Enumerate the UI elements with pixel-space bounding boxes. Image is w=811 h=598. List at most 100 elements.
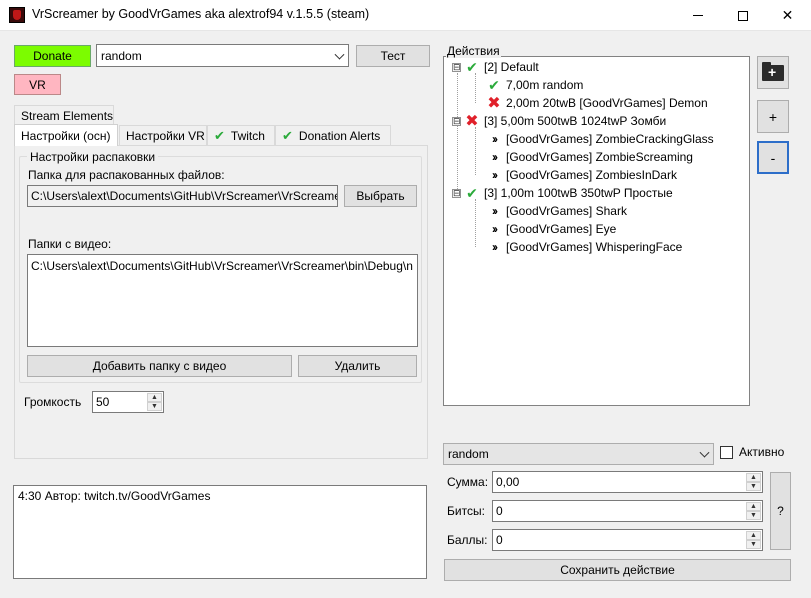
check-icon: ✔ (282, 127, 293, 143)
points-value: 0 (496, 533, 503, 547)
active-label: Активно (739, 445, 785, 459)
maximize-button[interactable] (720, 0, 765, 31)
tree-node-label: [GoodVrGames] Eye (506, 222, 617, 236)
test-button[interactable]: Тест (356, 45, 430, 67)
help-button[interactable]: ? (770, 472, 791, 550)
collapse-icon[interactable]: ⊟ (452, 188, 461, 198)
maximize-icon (737, 10, 748, 21)
tab-twitch[interactable]: ✔ Twitch (207, 125, 275, 145)
add-action-button[interactable]: + (757, 100, 789, 133)
double-chevron-right-icon: ›› (492, 222, 498, 236)
tab-donation-alerts-label: Donation Alerts (298, 128, 381, 143)
active-checkbox[interactable] (720, 446, 733, 459)
tree-node-label: [GoodVrGames] ZombiesInDark (506, 168, 677, 182)
tab-settings-vr[interactable]: Настройки VR (119, 125, 207, 145)
tree-node-label: [GoodVrGames] WhisperingFace (506, 240, 683, 254)
vr-button[interactable]: VR (14, 74, 61, 95)
tree-node-action[interactable]: ✖ 2,00m 20twB [GoodVrGames] Demon (486, 94, 708, 112)
points-label: Баллы: (447, 533, 488, 547)
bits-value: 0 (496, 504, 503, 518)
minimize-icon (692, 15, 703, 16)
actions-tree[interactable]: ⊟ ✔ [2] Default ✔ 7,00m random ✖ 2,00m 2… (443, 56, 750, 406)
scream-select-value: random (101, 48, 142, 63)
tree-node-group[interactable]: ⊟ ✔ [2] Default (452, 58, 539, 76)
tab-settings-main[interactable]: Настройки (осн) (14, 124, 118, 146)
tree-node-label: [3] 5,00m 500twB 1024twP Зомби (484, 114, 667, 128)
volume-stepper[interactable]: 50 ▲ ▼ (92, 391, 164, 413)
double-chevron-right-icon: ›› (492, 240, 498, 254)
video-folder-item[interactable]: C:\Users\alext\Documents\GitHub\VrScream… (31, 259, 413, 273)
chevron-down-icon (699, 447, 710, 458)
volume-label: Громкость (24, 395, 82, 409)
bits-stepper[interactable]: 0 ▲ ▼ (492, 500, 763, 522)
minimize-button[interactable] (675, 0, 720, 31)
donate-button[interactable]: Donate (14, 45, 91, 67)
video-folders-label: Папки с видео: (28, 237, 112, 251)
check-icon: ✔ (466, 58, 478, 75)
spin-down-icon[interactable]: ▼ (746, 511, 761, 520)
tree-node-scream[interactable]: ›› [GoodVrGames] WhisperingFace (486, 238, 682, 256)
tree-node-label: [2] Default (484, 60, 539, 74)
unpack-folder-field[interactable]: C:\Users\alext\Documents\GitHub\VrScream… (27, 185, 338, 207)
sum-value: 0,00 (496, 475, 520, 489)
collapse-icon[interactable]: ⊟ (452, 62, 461, 72)
close-button[interactable]: ✕ (765, 0, 810, 31)
tab-stream-elements[interactable]: Stream Elements (14, 105, 114, 125)
add-video-folder-button[interactable]: Добавить папку с видео (27, 355, 292, 377)
points-stepper[interactable]: 0 ▲ ▼ (492, 529, 763, 551)
actions-title: Действия (446, 44, 501, 58)
video-folders-list[interactable]: C:\Users\alext\Documents\GitHub\VrScream… (27, 254, 418, 347)
choose-folder-button[interactable]: Выбрать (344, 185, 417, 207)
spin-down-icon[interactable]: ▼ (746, 482, 761, 491)
tree-node-group[interactable]: ⊟ ✖ [3] 5,00m 500twB 1024twP Зомби (452, 112, 666, 130)
tab-twitch-label: Twitch (230, 128, 265, 143)
spin-up-icon[interactable]: ▲ (746, 473, 761, 482)
spin-down-icon[interactable]: ▼ (147, 402, 162, 411)
chevron-down-icon (334, 49, 345, 60)
collapse-icon[interactable]: ⊟ (452, 116, 461, 126)
delete-folder-button[interactable]: Удалить (298, 355, 417, 377)
spin-up-icon[interactable]: ▲ (147, 393, 162, 402)
double-chevron-right-icon: ›› (492, 150, 498, 164)
tree-node-scream[interactable]: ›› [GoodVrGames] Shark (486, 202, 627, 220)
action-scream-select[interactable]: random (443, 443, 714, 465)
folder-plus-icon (762, 61, 784, 81)
tree-node-label: 2,00m 20twB [GoodVrGames] Demon (506, 96, 708, 110)
volume-value: 50 (96, 395, 110, 409)
unpack-folder-label: Папка для распакованных файлов: (28, 168, 225, 182)
window-title: VrScreamer by GoodVrGames aka alextrof94… (32, 7, 370, 21)
tree-node-action[interactable]: ✔ 7,00m random (486, 76, 583, 94)
tree-node-group[interactable]: ⊟ ✔ [3] 1,00m 100twB 350twP Простые (452, 184, 673, 202)
sum-stepper[interactable]: 0,00 ▲ ▼ (492, 471, 763, 493)
title-bar: VrScreamer by GoodVrGames aka alextrof94… (0, 0, 811, 31)
check-icon: ✔ (466, 184, 478, 201)
log-output: 4:30 Автор: twitch.tv/GoodVrGames (13, 485, 427, 579)
check-icon: ✔ (488, 76, 500, 93)
tree-node-scream[interactable]: ›› [GoodVrGames] Eye (486, 220, 616, 238)
tree-node-scream[interactable]: ›› [GoodVrGames] ZombieCrackingGlass (486, 130, 714, 148)
save-action-button[interactable]: Сохранить действие (444, 559, 791, 581)
cross-icon: ✖ (465, 113, 479, 130)
spin-up-icon[interactable]: ▲ (746, 502, 761, 511)
double-chevron-right-icon: ›› (492, 168, 498, 182)
tree-node-scream[interactable]: ›› [GoodVrGames] ZombiesInDark (486, 166, 677, 184)
cross-icon: ✖ (487, 95, 501, 112)
scream-select[interactable]: random (96, 44, 349, 67)
remove-action-button[interactable]: - (757, 141, 789, 174)
unpack-settings-title: Настройки распаковки (27, 150, 159, 164)
double-chevron-right-icon: ›› (492, 132, 498, 146)
tree-node-label: [GoodVrGames] ZombieScreaming (506, 150, 693, 164)
app-icon (9, 7, 25, 23)
bits-label: Битсы: (447, 504, 485, 518)
tree-node-label: 7,00m random (506, 78, 584, 92)
action-scream-select-value: random (448, 447, 489, 461)
spin-up-icon[interactable]: ▲ (746, 531, 761, 540)
tree-node-scream[interactable]: ›› [GoodVrGames] ZombieScreaming (486, 148, 693, 166)
tree-node-label: [3] 1,00m 100twB 350twP Простые (484, 186, 673, 200)
double-chevron-right-icon: ›› (492, 204, 498, 218)
spin-down-icon[interactable]: ▼ (746, 540, 761, 549)
add-group-button[interactable] (757, 56, 789, 89)
tab-donation-alerts[interactable]: ✔ Donation Alerts (275, 125, 391, 145)
log-line: 4:30 Автор: twitch.tv/GoodVrGames (18, 489, 211, 503)
tree-node-label: [GoodVrGames] Shark (506, 204, 627, 218)
